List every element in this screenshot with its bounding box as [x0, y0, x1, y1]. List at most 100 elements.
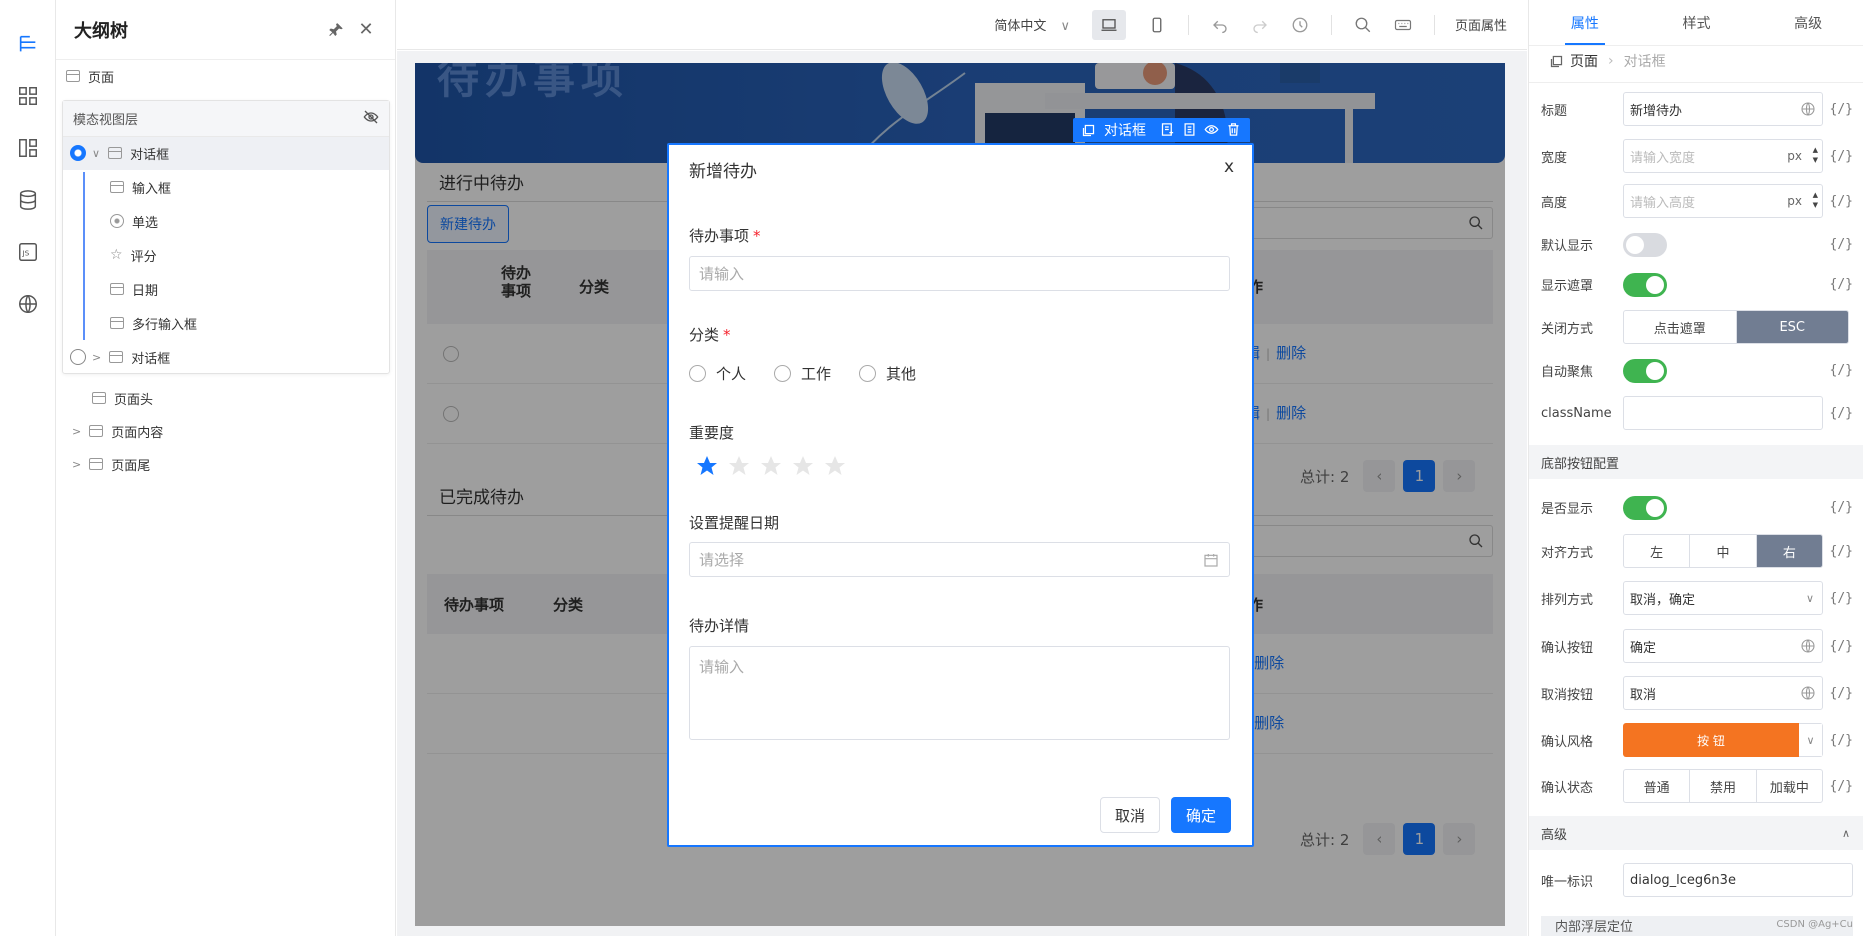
align-left-option[interactable]: 左 — [1624, 535, 1691, 567]
confirm-text-input[interactable]: 确定 — [1623, 629, 1823, 663]
tree-item-radio[interactable]: 单选 — [110, 207, 158, 235]
expression-toggle[interactable]: {/} — [1823, 102, 1853, 117]
radio-option-personal[interactable]: 个人 — [689, 363, 746, 384]
footer-config-section[interactable]: 底部按钮配置 — [1529, 445, 1863, 479]
tree-item-textarea[interactable]: 多行输入框 — [110, 309, 197, 337]
todo-item-input[interactable]: 请输入 — [689, 256, 1230, 291]
globe-icon[interactable] — [1800, 638, 1816, 654]
dialog-visible-radio[interactable] — [70, 349, 86, 365]
tab-advanced[interactable]: 高级 — [1752, 0, 1863, 45]
tree-item-page-content[interactable]: > 页面内容 — [72, 417, 163, 445]
cancel-button[interactable]: 取消 — [1100, 797, 1160, 833]
align-center-option[interactable]: 中 — [1690, 535, 1757, 567]
copy-icon[interactable] — [1182, 122, 1198, 138]
expression-toggle[interactable]: {/} — [1823, 237, 1853, 252]
globe-icon[interactable] — [16, 292, 40, 316]
tree-item-date[interactable]: 日期 — [110, 275, 158, 303]
default-show-toggle[interactable] — [1623, 233, 1667, 257]
radio-option-work[interactable]: 工作 — [774, 363, 831, 384]
radio-option-other[interactable]: 其他 — [859, 363, 916, 384]
expression-toggle[interactable]: {/} — [1823, 686, 1853, 701]
details-textarea[interactable]: 请输入 — [689, 646, 1230, 740]
redo-button[interactable] — [1251, 16, 1269, 34]
tree-item-rating[interactable]: ☆ 评分 — [110, 241, 157, 269]
page-props-button[interactable]: 页面属性 — [1455, 15, 1507, 34]
star-icon[interactable] — [759, 454, 783, 478]
importance-rating[interactable] — [695, 454, 855, 478]
chevron-right-icon[interactable]: > — [72, 458, 81, 471]
close-mode-mask-option[interactable]: 点击遮罩 — [1624, 311, 1737, 343]
mobile-view-button[interactable] — [1148, 16, 1166, 34]
tree-item-dialog-1[interactable]: ∨ 对话框 — [70, 139, 169, 167]
autofocus-toggle[interactable] — [1623, 359, 1667, 383]
stepper-icon[interactable]: ▲ ▼ — [1813, 145, 1818, 165]
state-disabled-option[interactable]: 禁用 — [1690, 770, 1757, 802]
uid-input[interactable]: dialog_lceg6n3e — [1623, 863, 1853, 897]
tree-item-dialog-2[interactable]: > 对话框 — [70, 343, 170, 371]
pin-icon[interactable] — [325, 19, 347, 41]
star-icon[interactable] — [791, 454, 815, 478]
eye-icon[interactable] — [1204, 122, 1220, 138]
stepper-icon[interactable]: ▲ ▼ — [1813, 190, 1818, 210]
expression-toggle[interactable]: {/} — [1823, 363, 1853, 378]
chevron-right-icon[interactable]: > — [72, 425, 81, 438]
history-button[interactable] — [1291, 16, 1309, 34]
globe-icon[interactable] — [1800, 685, 1816, 701]
add-slot-icon[interactable] — [1160, 122, 1176, 138]
confirm-style-select[interactable]: 按 钮 ∨ — [1623, 723, 1823, 757]
advanced-section[interactable]: 高级 ∧ — [1529, 816, 1863, 850]
star-icon[interactable] — [727, 454, 751, 478]
expression-toggle[interactable]: {/} — [1823, 779, 1853, 794]
star-icon[interactable] — [823, 454, 847, 478]
tab-style[interactable]: 样式 — [1641, 0, 1753, 45]
dialog-visible-radio[interactable] — [70, 145, 86, 161]
language-select[interactable]: 简体中文 ∨ — [994, 15, 1070, 34]
chevron-right-icon[interactable]: > — [92, 351, 101, 364]
reminder-date-picker[interactable]: 请选择 — [689, 542, 1230, 577]
tree-item-page[interactable]: 页面 — [66, 62, 114, 90]
close-icon[interactable]: ✕ — [355, 19, 377, 41]
expression-toggle[interactable]: {/} — [1823, 500, 1853, 515]
confirm-button[interactable]: 确定 — [1171, 797, 1231, 833]
expression-toggle[interactable]: {/} — [1823, 277, 1853, 292]
outline-icon[interactable] — [16, 32, 40, 56]
breadcrumb-page[interactable]: 页面 — [1570, 51, 1598, 71]
footer-show-toggle[interactable] — [1623, 496, 1667, 520]
globe-icon[interactable] — [1800, 101, 1816, 117]
tab-properties[interactable]: 属性 — [1529, 0, 1641, 45]
close-mode-esc-option[interactable]: ESC — [1736, 311, 1848, 343]
align-right-option[interactable]: 右 — [1756, 535, 1822, 567]
height-input[interactable]: 请输入高度 px ▲ ▼ — [1623, 184, 1823, 218]
expression-toggle[interactable]: {/} — [1823, 406, 1853, 421]
datasource-icon[interactable] — [16, 188, 40, 212]
dialog-selection-tag[interactable]: 对话框 — [1073, 118, 1250, 142]
state-loading-option[interactable]: 加载中 — [1757, 770, 1822, 802]
star-icon[interactable] — [695, 454, 719, 478]
show-mask-toggle[interactable] — [1623, 273, 1667, 297]
width-input[interactable]: 请输入宽度 px ▲ ▼ — [1623, 139, 1823, 173]
dialog-close-button[interactable]: x — [1224, 157, 1234, 177]
expression-toggle[interactable]: {/} — [1823, 149, 1853, 164]
classname-input[interactable] — [1623, 396, 1823, 430]
components-icon[interactable] — [16, 84, 40, 108]
expression-toggle[interactable]: {/} — [1823, 544, 1853, 559]
expression-toggle[interactable]: {/} — [1823, 194, 1853, 209]
tree-item-input[interactable]: 输入框 — [110, 173, 171, 201]
title-input[interactable]: 新增待办 — [1623, 92, 1823, 126]
tree-item-page-head[interactable]: 页面头 — [92, 384, 153, 412]
delete-icon[interactable] — [1226, 122, 1242, 138]
chevron-down-icon[interactable]: ∨ — [92, 147, 100, 160]
search-button[interactable] — [1354, 16, 1372, 34]
expression-toggle[interactable]: {/} — [1823, 733, 1853, 748]
desktop-view-button[interactable] — [1091, 9, 1126, 40]
order-select[interactable]: 取消，确定 ∨ — [1623, 581, 1823, 615]
templates-icon[interactable] — [16, 136, 40, 160]
keyboard-button[interactable] — [1394, 16, 1412, 34]
expression-toggle[interactable]: {/} — [1823, 591, 1853, 606]
state-normal-option[interactable]: 普通 — [1624, 770, 1691, 802]
undo-button[interactable] — [1211, 16, 1229, 34]
expression-toggle[interactable]: {/} — [1823, 639, 1853, 654]
cancel-text-input[interactable]: 取消 — [1623, 676, 1823, 710]
tree-item-page-foot[interactable]: > 页面尾 — [72, 450, 150, 478]
js-icon[interactable]: JS — [16, 240, 40, 264]
